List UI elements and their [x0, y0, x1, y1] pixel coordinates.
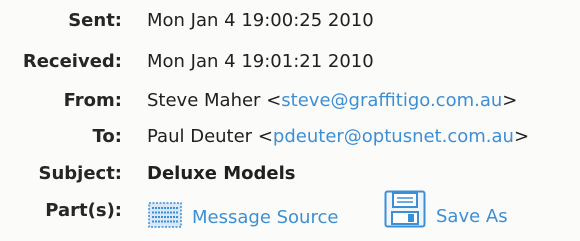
subject-row: Subject: Deluxe Models [0, 159, 580, 189]
from-label: From: [63, 90, 122, 111]
from-row: From: Steve Maher <steve@graffitigo.com.… [0, 86, 580, 116]
sent-label: Sent: [68, 10, 122, 31]
to-row: To: Paul Deuter <pdeuter@optusnet.com.au… [0, 122, 580, 152]
to-value: Paul Deuter <pdeuter@optusnet.com.au> [147, 122, 529, 152]
to-label: To: [92, 126, 122, 147]
save-as-link[interactable]: Save As [436, 206, 508, 227]
to-name: Paul Deuter [147, 126, 253, 147]
to-close-bracket: > [513, 126, 530, 147]
sent-row: Sent: Mon Jan 4 19:00:25 2010 [0, 6, 580, 36]
document-grid-icon [148, 202, 182, 232]
parts-row: Part(s): Message Source Save As [0, 190, 580, 232]
to-open-bracket: < [257, 126, 273, 147]
received-row: Received: Mon Jan 4 19:01:21 2010 [0, 47, 580, 77]
sent-value: Mon Jan 4 19:00:25 2010 [147, 10, 374, 31]
floppy-disk-icon [384, 190, 426, 232]
to-email-link[interactable]: pdeuter@optusnet.com.au [273, 126, 514, 147]
subject-value: Deluxe Models [147, 163, 296, 184]
message-source-link[interactable]: Message Source [192, 207, 338, 228]
from-name: Steve Maher [147, 90, 261, 111]
from-close-bracket: > [502, 90, 518, 111]
save-as-attachment[interactable]: Save As [384, 190, 508, 228]
received-label: Received: [22, 51, 122, 72]
from-open-bracket: < [266, 90, 282, 111]
parts-label: Part(s): [45, 200, 122, 221]
from-email-link[interactable]: steve@graffitigo.com.au [281, 90, 502, 111]
received-value: Mon Jan 4 19:01:21 2010 [147, 51, 374, 72]
subject-label: Subject: [38, 163, 122, 184]
from-value: Steve Maher <steve@graffitigo.com.au> [147, 86, 517, 116]
message-source-attachment[interactable]: Message Source [148, 202, 338, 232]
